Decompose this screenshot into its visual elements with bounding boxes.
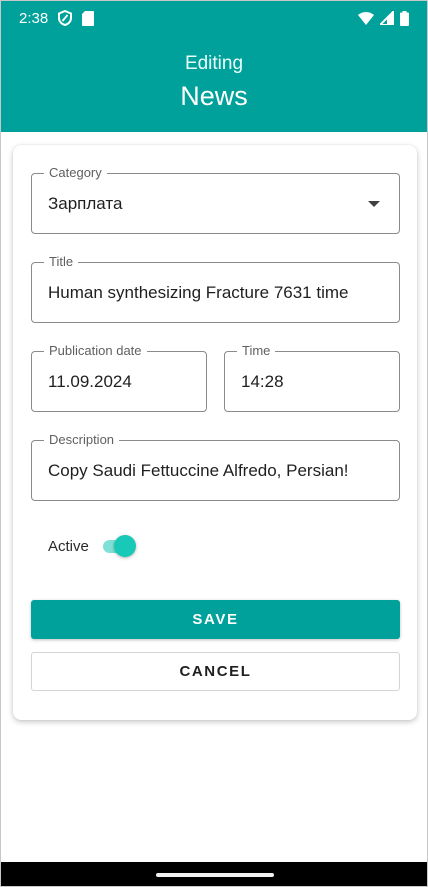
category-dropdown[interactable]: Category Зарплата [31,166,400,234]
signal-icon [380,11,394,25]
cancel-button[interactable]: CANCEL [31,652,400,691]
news-form-card: Category Зарплата Title Human synthesizi… [13,145,417,720]
publication-date-field[interactable]: Publication date 11.09.2024 [31,344,207,412]
battery-icon [400,10,409,26]
title-field[interactable]: Title Human synthesizing Fracture 7631 t… [31,255,400,323]
toggle-thumb [113,535,136,557]
status-time: 2:38 [19,9,49,27]
active-toggle[interactable] [101,534,137,558]
save-button[interactable]: SAVE [31,600,400,639]
title-value: Human synthesizing Fracture 7631 time [48,282,349,302]
wifi-icon [358,11,374,25]
category-label: Category [44,166,107,180]
time-field[interactable]: Time 14:28 [224,344,400,412]
shield-icon [58,10,73,26]
app-bar: Editing News [1,35,427,132]
time-value: 14:28 [241,371,284,391]
description-value: Copy Saudi Fettuccine Alfredo, Persian! [48,460,349,480]
dropdown-arrow-icon[interactable] [368,200,380,207]
navigation-bar [1,862,427,886]
active-label: Active [48,537,89,555]
description-label: Description [44,433,120,447]
active-switch-row: Active [48,533,137,559]
category-value: Зарплата [48,193,123,213]
status-bar: 2:38 [1,1,427,35]
publication-date-label: Publication date [44,344,147,358]
sim-card-icon [82,10,95,26]
app-bar-subtitle: Editing [184,53,244,74]
description-field[interactable]: Description Copy Saudi Fettuccine Alfred… [31,433,400,501]
home-gesture-handle[interactable] [156,873,274,877]
publication-date-value: 11.09.2024 [48,371,132,391]
title-label: Title [44,255,79,269]
time-label: Time [237,344,276,358]
page-title: News [180,81,248,111]
